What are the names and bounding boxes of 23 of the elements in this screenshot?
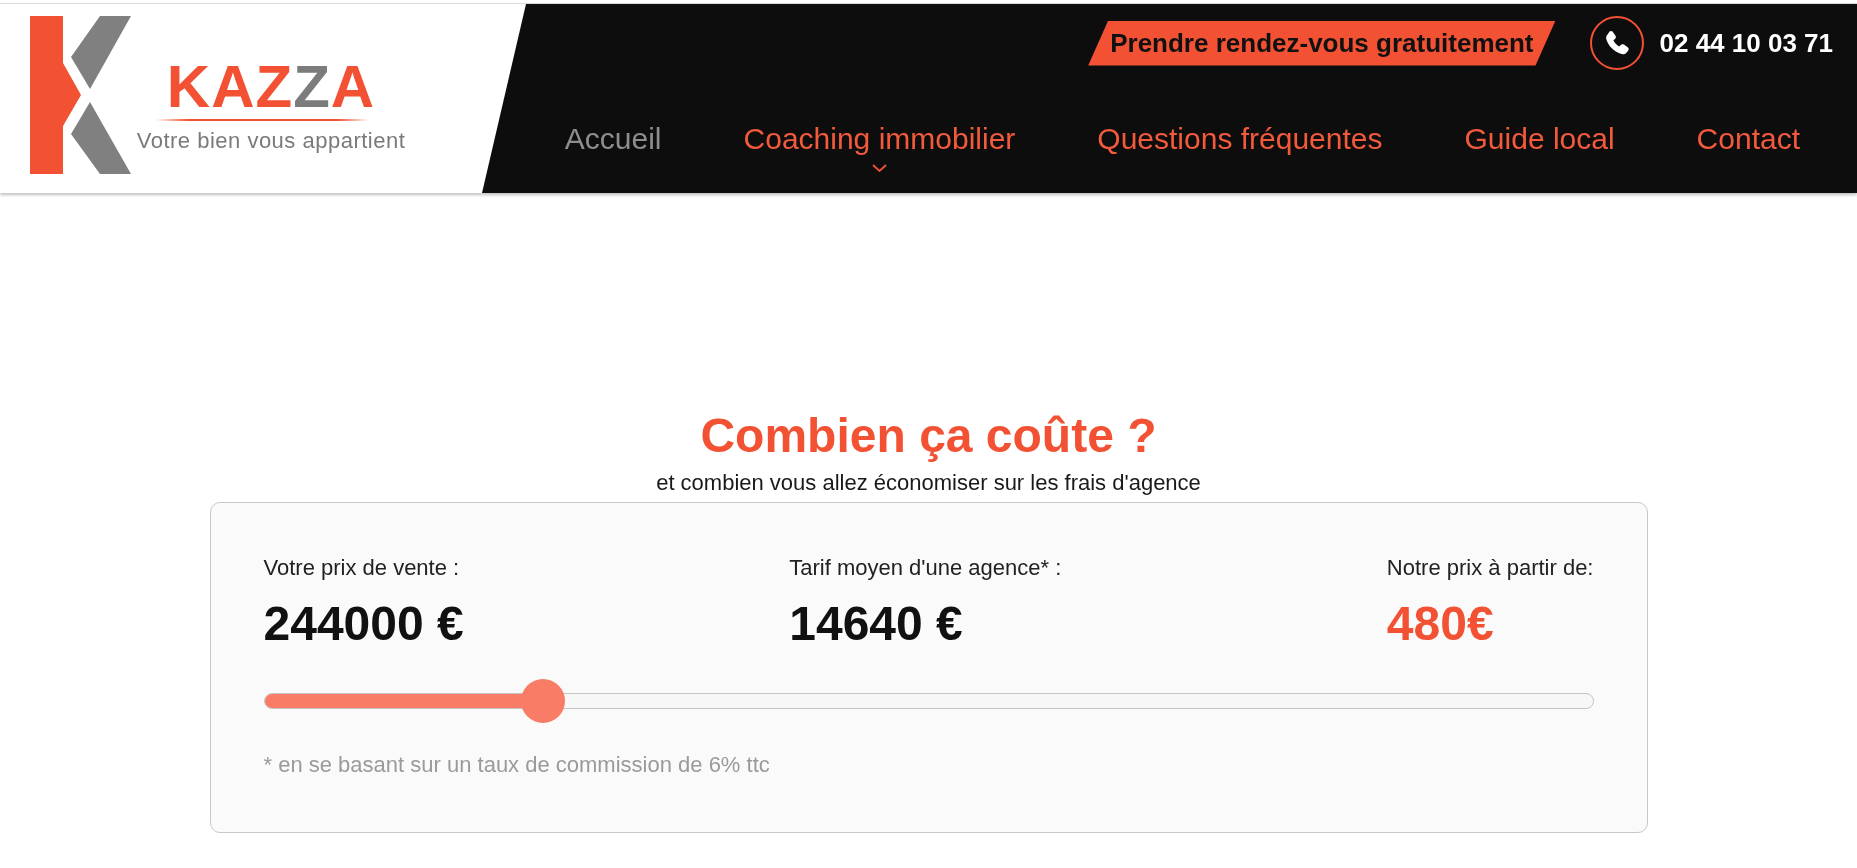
appointment-button[interactable]: Prendre rendez-vous gratuitement <box>1088 20 1556 66</box>
figure-value: 244000 € <box>263 596 464 652</box>
footnote-text: * en se basant sur un taux de commission de 6% ttc <box>263 752 771 778</box>
phone-icon <box>1589 16 1644 70</box>
nav-link[interactable]: Accueil <box>564 122 662 156</box>
logo-wordmark[interactable]: KAZZA <box>166 57 376 117</box>
nav-link[interactable]: Contact <box>1696 122 1800 156</box>
slider-track[interactable] <box>263 693 1594 709</box>
slider-thumb[interactable] <box>520 679 565 723</box>
nav-link[interactable]: Questions fréquentes <box>1097 122 1383 156</box>
logo-mark-icon <box>30 16 131 174</box>
section-subtitle: et combien vous allez économiser sur les frais d'agence <box>656 470 1201 496</box>
figure-label: Tarif moyen d'une agence* : <box>789 555 1062 581</box>
nav-link[interactable]: Guide local <box>1464 122 1615 156</box>
chevron-icon[interactable] <box>871 164 887 172</box>
figure-label: Votre prix de vente : <box>263 555 460 581</box>
phone-number-link[interactable]: 02 44 10 03 71 <box>1659 27 1833 59</box>
nav-link[interactable]: Coaching immobilier <box>743 122 1016 172</box>
figure-value: 14640 € <box>789 596 963 652</box>
section-title: Combien ça coûte ? <box>700 408 1157 464</box>
logo-tagline: Votre bien vous appartient <box>136 128 406 154</box>
figure-label: Notre prix à partir de: <box>1386 555 1594 581</box>
figure-value: 480€ <box>1386 596 1494 652</box>
